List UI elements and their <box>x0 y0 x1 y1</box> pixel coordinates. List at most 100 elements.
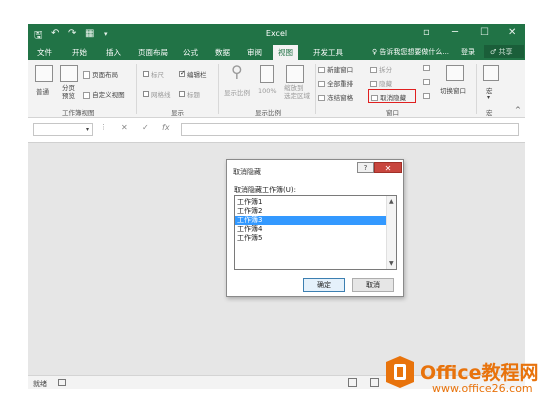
workbook-list-item[interactable]: 工作簿1 <box>235 198 387 207</box>
tell-me-search[interactable]: ♀ 告诉我您想要做什么... <box>372 47 449 57</box>
ok-button[interactable]: 确定 <box>303 278 345 292</box>
ruler-checkbox[interactable]: 标尺 <box>143 69 164 79</box>
custom-views-icon <box>83 91 90 99</box>
unhide-dialog: 取消隐藏 ? ✕ 取消隐藏工作簿(U): 工作簿1 工作簿2 工作簿3 工作簿4… <box>226 159 404 297</box>
tab-file[interactable]: 文件 <box>37 47 52 58</box>
ruler-checkbox-box <box>143 71 149 77</box>
tab-formulas[interactable]: 公式 <box>183 47 198 58</box>
share-label: 共享 <box>498 48 513 56</box>
page-layout-icon <box>83 71 90 79</box>
workbook-list-item[interactable]: 工作簿5 <box>235 234 387 243</box>
page-layout-status-icon[interactable] <box>370 378 379 387</box>
tab-home[interactable]: 开始 <box>72 47 87 58</box>
share-button[interactable]: ♂ 共享 <box>484 45 524 58</box>
zoom-button[interactable]: 显示比例 <box>224 87 250 97</box>
page-layout-view-button[interactable]: 页面布局 <box>83 69 118 79</box>
normal-view-icon[interactable] <box>35 65 53 82</box>
view-side-by-side-icon[interactable] <box>423 64 430 72</box>
hide-icon <box>370 81 377 87</box>
new-window-label: 新建窗口 <box>327 66 354 74</box>
macro-recording-icon[interactable] <box>58 379 66 386</box>
tab-review[interactable]: 审阅 <box>247 47 262 58</box>
workbook-list-item-selected[interactable]: 工作簿3 <box>235 216 387 225</box>
arrange-all-button[interactable]: 全部重排 <box>318 78 353 88</box>
gridlines-label: 网格线 <box>151 91 171 99</box>
switch-windows-icon[interactable] <box>446 65 464 81</box>
headings-label: 标题 <box>187 91 200 99</box>
new-window-icon <box>318 67 325 73</box>
ribbon-tabs: 文件 开始 插入 页面布局 公式 数据 审阅 视图 开发工具 ♀ 告诉我您想要做… <box>28 44 525 60</box>
gridlines-checkbox[interactable]: 网格线 <box>143 89 171 99</box>
ribbon-display-options-icon[interactable]: ▫ <box>423 27 430 38</box>
group-separator <box>476 64 477 114</box>
name-box-dropdown-icon[interactable]: ▾ <box>86 126 89 133</box>
watermark-url: www.office26.com <box>432 382 533 395</box>
dialog-close-button[interactable]: ✕ <box>374 162 402 173</box>
cancel-button[interactable]: 取消 <box>352 278 394 292</box>
dialog-title: 取消隐藏 <box>233 168 261 176</box>
switch-windows-button[interactable]: 切换窗口 <box>440 85 466 95</box>
group-label-show: 显示 <box>171 109 184 117</box>
tab-view[interactable]: 视图 <box>273 45 298 60</box>
custom-views-button[interactable]: 自定义视图 <box>83 89 125 99</box>
listbox-scrollbar[interactable]: ▲ ▼ <box>386 196 396 269</box>
tab-data[interactable]: 数据 <box>215 47 230 58</box>
group-separator <box>218 64 219 114</box>
zoom-to-selection-icon[interactable] <box>286 65 304 83</box>
group-separator <box>136 64 137 114</box>
insert-function-icon[interactable]: fx <box>162 123 170 132</box>
reset-window-position-icon[interactable] <box>423 92 430 100</box>
office-logo-icon <box>386 356 414 388</box>
normal-view-button[interactable]: 普通 <box>36 86 49 96</box>
zoom-to-selection-button[interactable]: 缩放到 选定区域 <box>284 84 310 100</box>
split-label: 拆分 <box>379 66 393 74</box>
split-button[interactable]: 拆分 <box>370 64 392 74</box>
freeze-panes-button[interactable]: 冻结窗格 <box>318 92 353 102</box>
scroll-up-icon[interactable]: ▲ <box>389 198 394 205</box>
group-label-macros: 宏 <box>486 109 493 117</box>
page-layout-label: 页面布局 <box>92 71 119 79</box>
new-window-button[interactable]: 新建窗口 <box>318 64 353 74</box>
workbook-list-item[interactable]: 工作簿4 <box>235 225 387 234</box>
macros-dropdown-icon[interactable]: ▾ <box>487 94 490 101</box>
normal-view-status-icon[interactable] <box>348 378 357 387</box>
title-bar: 🖫 ↶ ↷ ▦ ▾ Excel ▫ ─ ☐ ✕ <box>28 24 525 44</box>
excel-window: 🖫 ↶ ↷ ▦ ▾ Excel ▫ ─ ☐ ✕ 文件 开始 插入 页面布局 公式… <box>0 0 552 408</box>
headings-checkbox[interactable]: 标题 <box>179 89 200 99</box>
scroll-down-icon[interactable]: ▼ <box>389 260 394 267</box>
collapse-ribbon-icon[interactable]: ^ <box>515 106 521 114</box>
zoom-magnifier-icon[interactable]: ⚲ <box>231 62 243 81</box>
synchronous-scrolling-icon[interactable] <box>423 78 430 86</box>
formula-bar-checkbox[interactable]: 编辑栏 <box>179 69 207 79</box>
close-icon[interactable]: ✕ <box>508 27 516 38</box>
formula-bar-label: 编辑栏 <box>187 71 207 79</box>
macros-icon[interactable] <box>483 65 499 81</box>
group-separator <box>315 64 316 114</box>
workbook-listbox[interactable]: 工作簿1 工作簿2 工作簿3 工作簿4 工作簿5 ▲ ▼ <box>234 195 397 270</box>
name-box[interactable]: ▾ <box>33 123 93 136</box>
maximize-icon[interactable]: ☐ <box>480 27 489 38</box>
headings-checkbox-box <box>179 91 185 97</box>
ruler-label: 标尺 <box>151 71 164 79</box>
arrange-all-icon <box>318 81 325 87</box>
tab-developer[interactable]: 开发工具 <box>313 47 343 58</box>
minimize-icon[interactable]: ─ <box>452 27 458 38</box>
status-ready: 就绪 <box>33 380 47 388</box>
tab-page-layout[interactable]: 页面布局 <box>138 47 168 58</box>
formula-bar-checkbox-box <box>179 69 186 77</box>
formula-input[interactable] <box>181 123 519 136</box>
freeze-panes-icon <box>318 95 325 101</box>
custom-views-label: 自定义视图 <box>92 91 125 99</box>
tab-insert[interactable]: 插入 <box>106 47 121 58</box>
enter-formula-icon[interactable]: ✓ <box>142 123 149 132</box>
dialog-help-button[interactable]: ? <box>357 162 374 173</box>
reset-position-icon <box>423 93 430 99</box>
zoom-100-button[interactable]: 100% <box>258 87 277 95</box>
page-break-preview-icon[interactable] <box>60 65 78 82</box>
page-break-preview-button[interactable]: 分页 预览 <box>62 84 75 100</box>
login-link[interactable]: 登录 <box>461 47 475 57</box>
zoom-100-icon[interactable] <box>260 65 274 83</box>
hide-button[interactable]: 隐藏 <box>370 78 392 88</box>
cancel-formula-icon[interactable]: ✕ <box>121 123 128 132</box>
workbook-list-item[interactable]: 工作簿2 <box>235 207 387 216</box>
